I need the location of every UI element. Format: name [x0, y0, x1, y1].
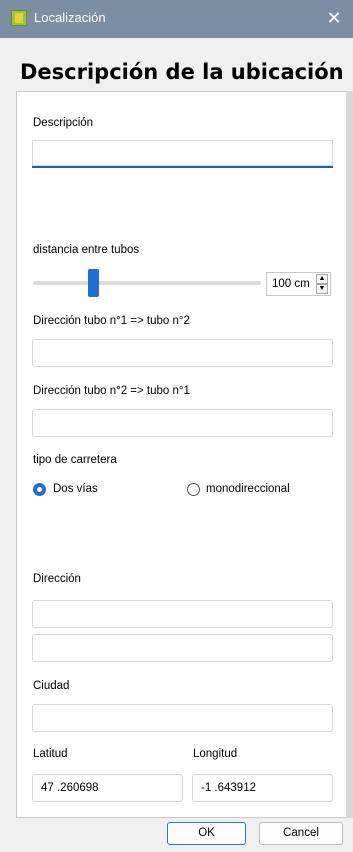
- dir1-label: Dirección tubo n°1 => tubo n°2: [33, 315, 190, 327]
- distancia-spinbox[interactable]: 100 cm ▲ ▼: [266, 272, 331, 296]
- dir1-input[interactable]: [32, 339, 333, 367]
- radio-monodireccional[interactable]: [187, 483, 200, 496]
- distancia-slider-track[interactable]: [33, 281, 261, 285]
- latitud-input[interactable]: 47 .260698: [32, 774, 183, 802]
- radio-dos-vias-label[interactable]: Dos vías: [53, 483, 98, 495]
- longitud-label: Longitud: [193, 748, 238, 760]
- cancel-button[interactable]: Cancel: [259, 822, 343, 845]
- latitud-label: Latitud: [33, 748, 68, 760]
- radio-monodireccional-label[interactable]: monodireccional: [206, 483, 290, 495]
- radio-dos-vias[interactable]: [33, 483, 46, 496]
- vertical-scrollbar[interactable]: [346, 91, 353, 818]
- direccion-label: Dirección: [33, 573, 81, 585]
- spin-down-icon[interactable]: ▼: [316, 284, 328, 294]
- distancia-slider-thumb[interactable]: [88, 269, 99, 297]
- dir2-label: Dirección tubo n°2 => tubo n°1: [33, 385, 190, 397]
- dir2-input[interactable]: [32, 409, 333, 437]
- window-title: Localización: [34, 10, 106, 25]
- distancia-label: distancia entre tubos: [33, 244, 140, 256]
- distancia-value: 100 cm: [272, 278, 310, 290]
- ok-button[interactable]: OK: [167, 822, 246, 845]
- direccion-line2-input[interactable]: [32, 634, 333, 662]
- ciudad-label: Ciudad: [33, 680, 70, 692]
- descripcion-input[interactable]: [32, 140, 333, 168]
- window-titlebar: Localización ✕: [0, 0, 353, 38]
- direccion-line1-input[interactable]: [32, 600, 333, 628]
- longitud-input[interactable]: -1 .643912: [192, 774, 333, 802]
- carretera-label: tipo de carretera: [33, 454, 117, 466]
- page-title: Descripción de la ubicación: [20, 60, 344, 84]
- ciudad-input[interactable]: [32, 704, 333, 732]
- app-icon: [11, 10, 27, 26]
- descripcion-label: Descripción: [33, 117, 94, 129]
- close-icon[interactable]: ✕: [323, 7, 345, 29]
- spin-up-icon[interactable]: ▲: [316, 274, 328, 284]
